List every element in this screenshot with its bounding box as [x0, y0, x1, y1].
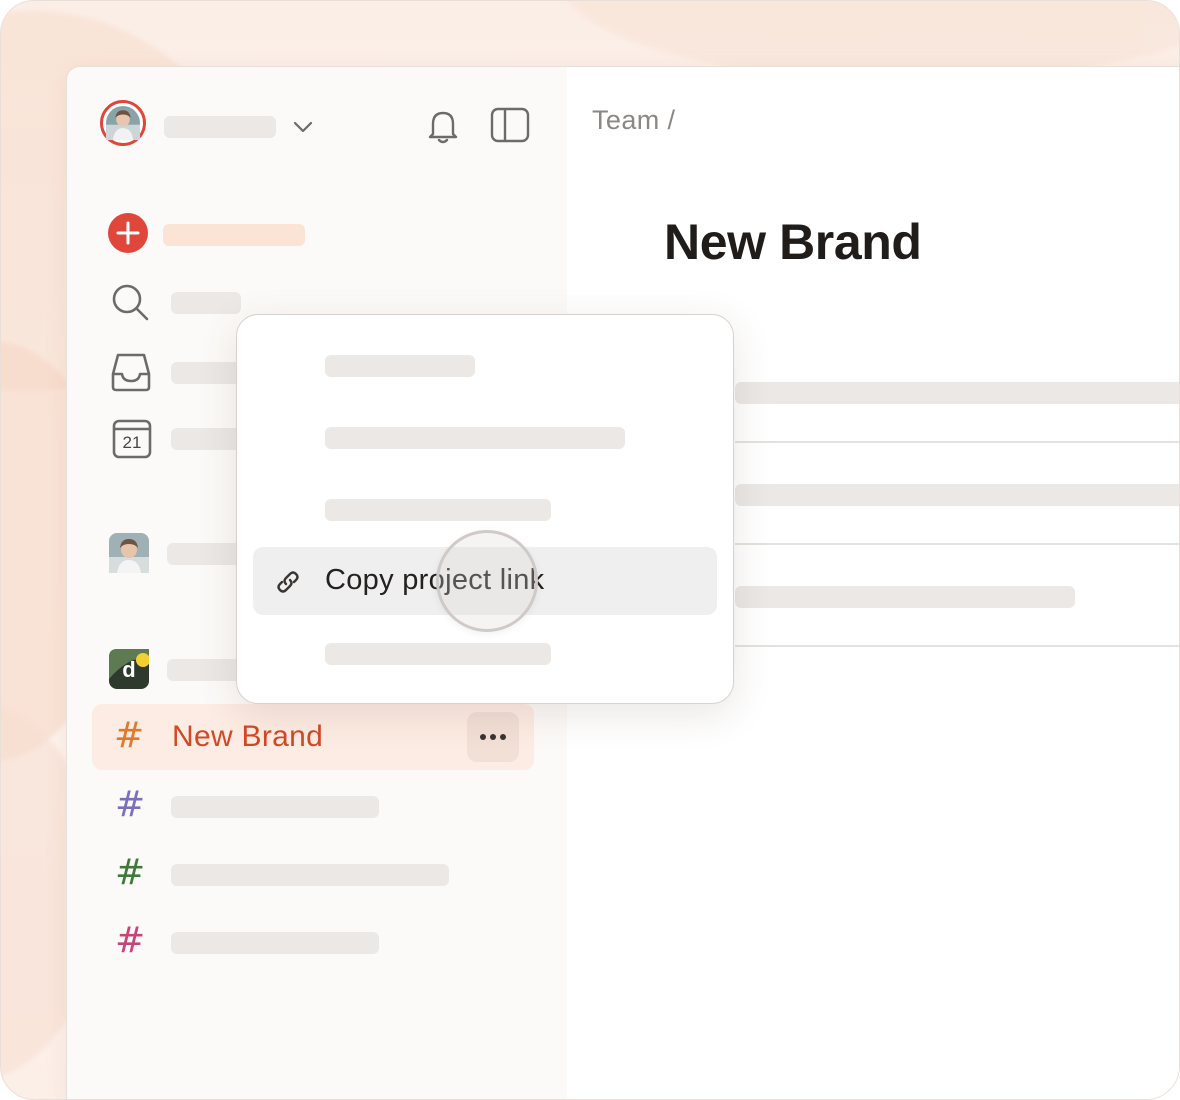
project-item[interactable]: #: [115, 785, 385, 829]
search-label-placeholder: [171, 292, 241, 314]
task-divider: [735, 543, 1179, 545]
project-label-placeholder: [171, 796, 379, 818]
bell-icon: [428, 111, 458, 144]
hash-icon: #: [115, 784, 146, 825]
today-label-placeholder: [171, 428, 241, 450]
inbox-label-placeholder: [171, 362, 241, 384]
sidebar-toggle-icon: [490, 107, 530, 143]
search-icon: [112, 284, 149, 321]
user-avatar[interactable]: [100, 100, 146, 146]
task-placeholder[interactable]: [735, 382, 1179, 404]
task-divider: [735, 441, 1179, 443]
more-icon: [480, 734, 486, 740]
inbox-icon: [111, 353, 151, 392]
inbox-nav-item[interactable]: [107, 349, 241, 393]
workspace-name-placeholder: [164, 116, 276, 138]
project-label-placeholder: [171, 932, 379, 954]
menu-item-placeholder[interactable]: [325, 355, 475, 377]
add-task-button[interactable]: [107, 212, 307, 254]
team-avatar: [109, 533, 149, 573]
project-item-new-brand[interactable]: # New Brand: [92, 704, 534, 770]
hash-icon: #: [114, 715, 145, 756]
svg-text:d: d: [122, 657, 135, 682]
search-nav-item[interactable]: [107, 279, 247, 323]
link-icon: [277, 571, 299, 593]
calendar-day-number: 21: [122, 433, 142, 452]
user-photo: [106, 106, 140, 140]
team-member-item[interactable]: [109, 533, 249, 575]
workspace-item[interactable]: d: [109, 649, 249, 691]
project-label: New Brand: [172, 720, 324, 753]
backdrop-frame: 21 d # New Brand # # # Team / New Brand …: [0, 0, 1180, 1100]
task-placeholder[interactable]: [735, 484, 1179, 506]
project-item[interactable]: #: [115, 853, 455, 897]
chevron-down-icon: [293, 121, 313, 133]
notifications-button[interactable]: [423, 104, 463, 148]
workspace-logo: d: [109, 649, 149, 689]
copy-project-link-label: Copy project link: [325, 564, 545, 596]
add-task-label-placeholder: [163, 224, 305, 246]
project-context-menu: Copy project link: [236, 314, 734, 704]
hash-icon: #: [115, 920, 146, 961]
copy-project-link-menu-item[interactable]: Copy project link: [253, 547, 717, 615]
project-label-placeholder: [171, 864, 449, 886]
breadcrumb[interactable]: Team /: [592, 105, 675, 136]
add-task-icon: [108, 213, 148, 253]
today-nav-item[interactable]: 21: [107, 417, 241, 461]
task-placeholder[interactable]: [735, 586, 1075, 608]
task-divider: [735, 645, 1179, 647]
more-icon: [490, 734, 496, 740]
toggle-sidebar-button[interactable]: [489, 105, 531, 145]
workspace-dropdown-button[interactable]: [288, 115, 318, 139]
hash-icon: #: [115, 852, 146, 893]
menu-item-placeholder[interactable]: [325, 427, 625, 449]
project-item[interactable]: #: [115, 921, 385, 965]
menu-item-placeholder[interactable]: [325, 499, 551, 521]
team-member-label-placeholder: [167, 543, 247, 565]
page-title: New Brand: [664, 214, 922, 270]
menu-item-placeholder[interactable]: [325, 643, 551, 665]
workspace-label-placeholder: [167, 659, 247, 681]
more-icon: [500, 734, 506, 740]
project-more-button[interactable]: [467, 712, 519, 762]
